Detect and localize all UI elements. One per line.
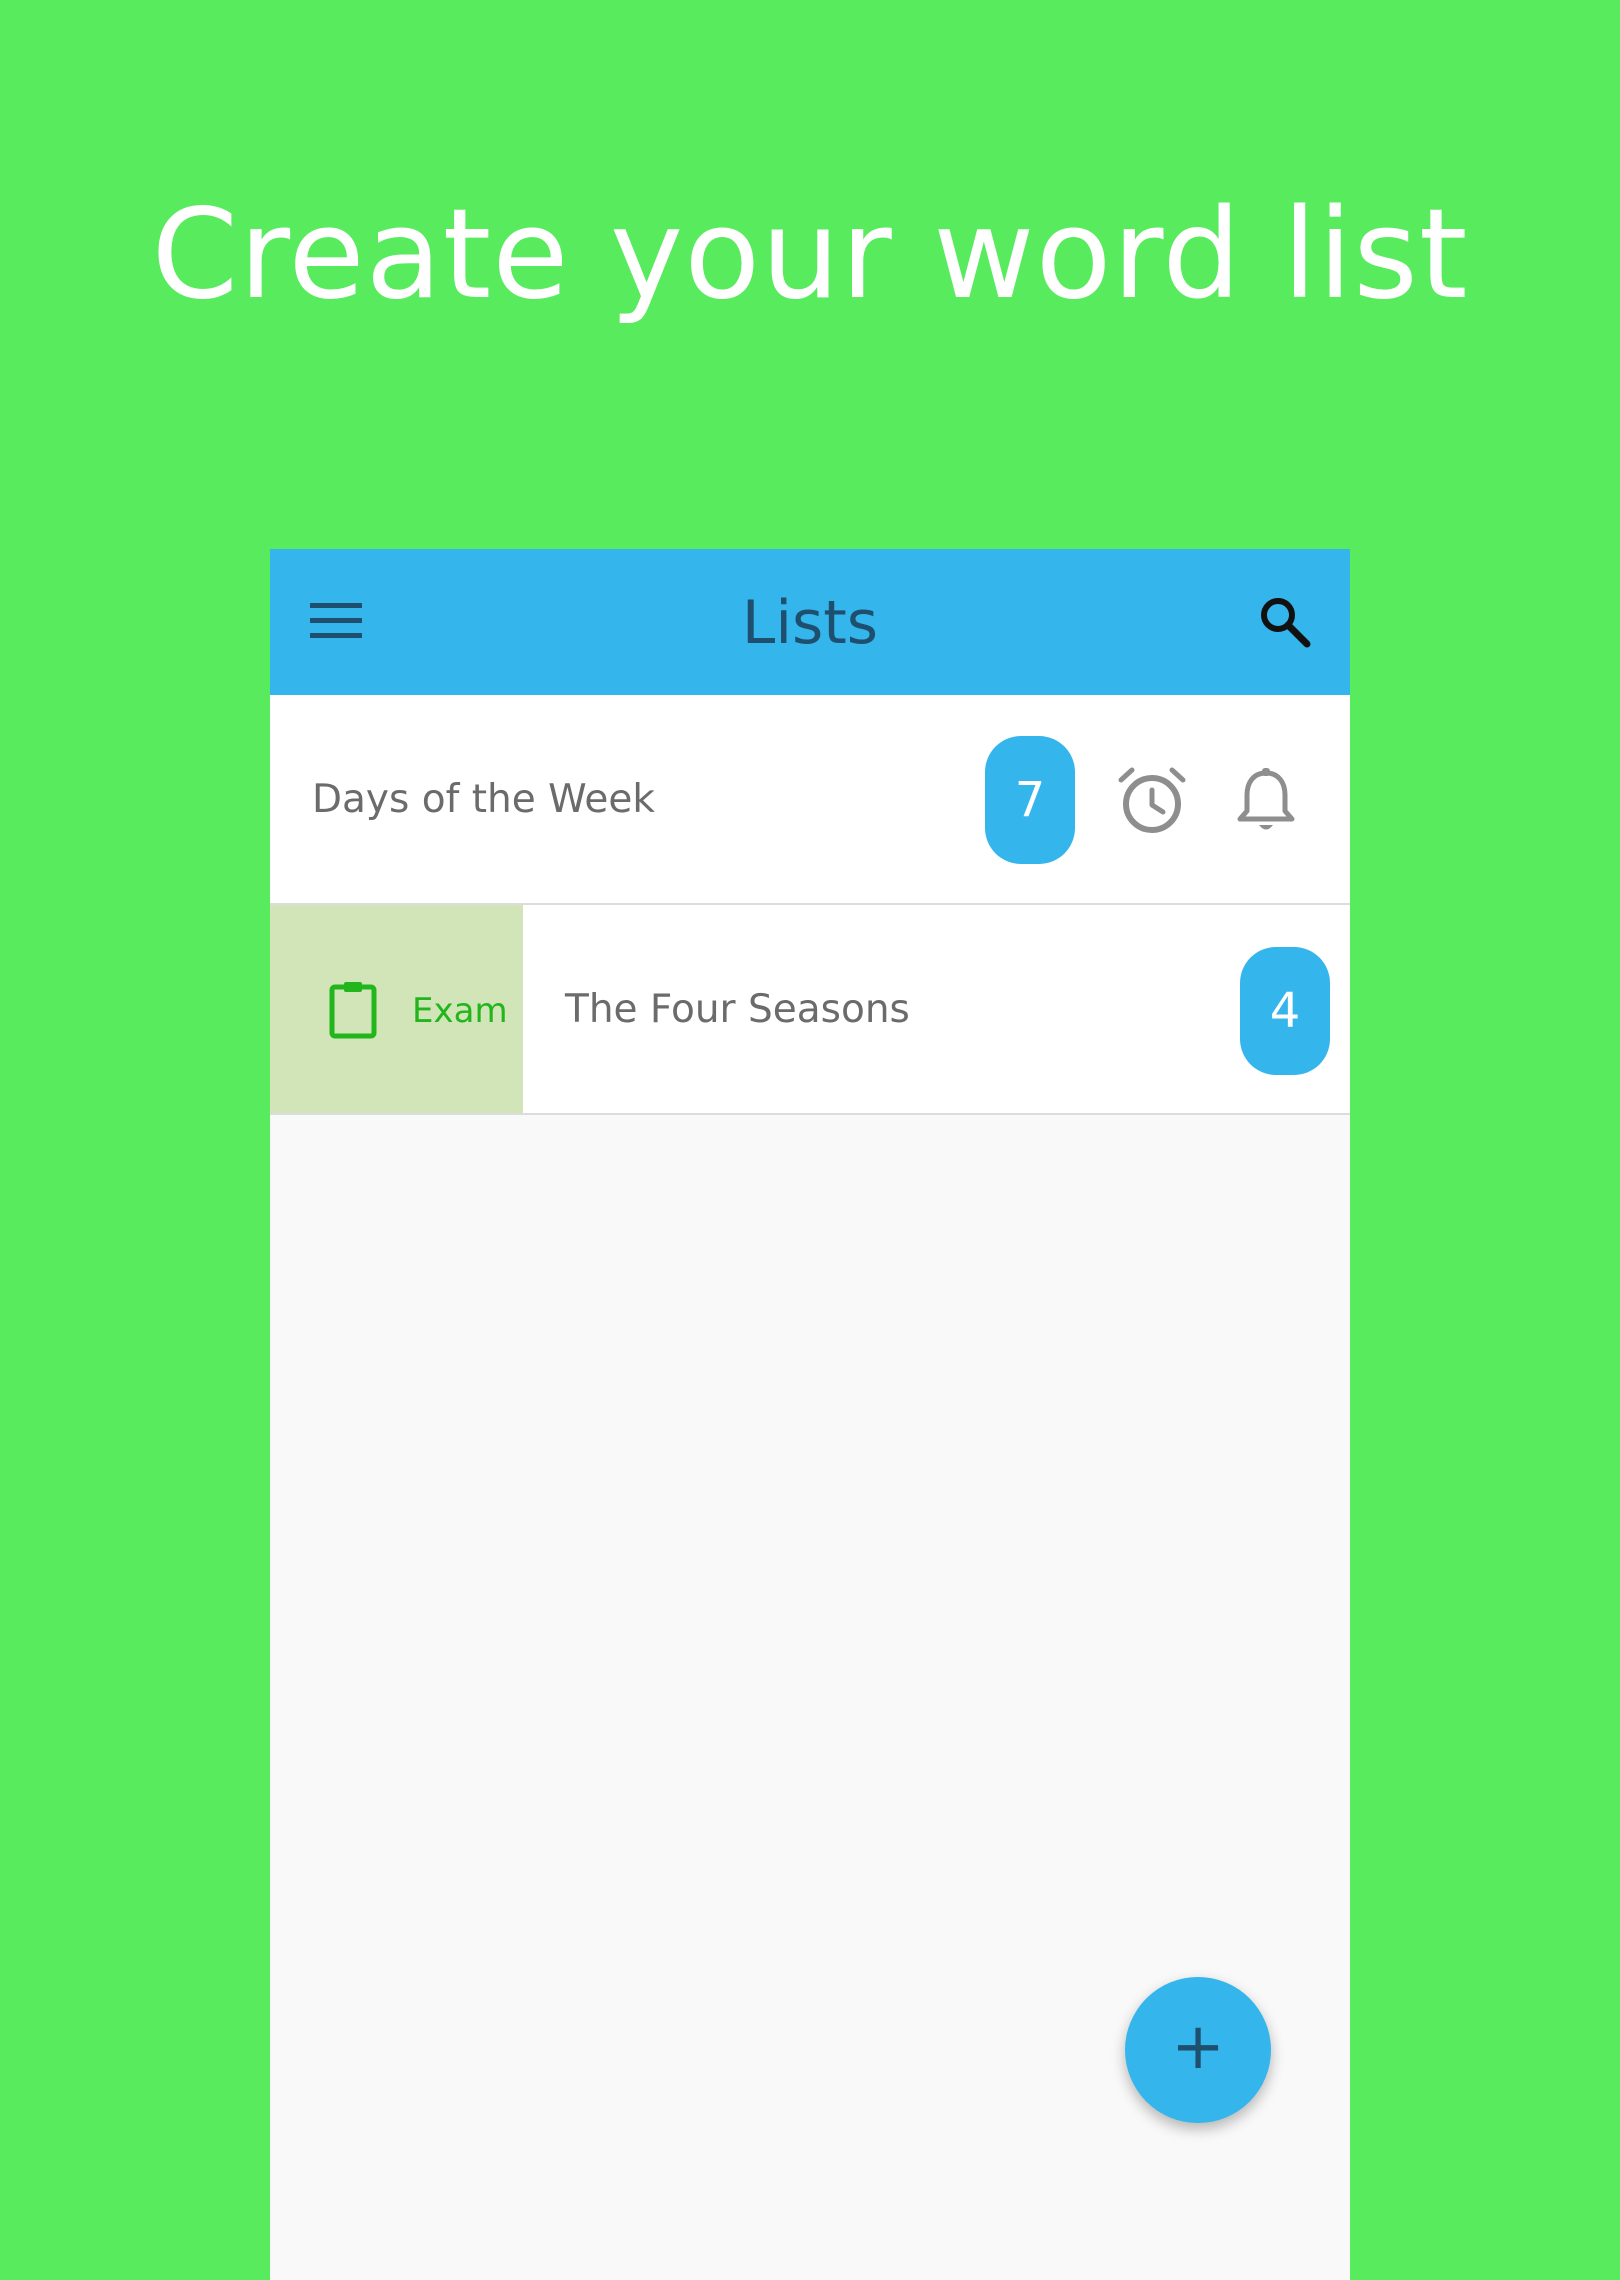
clipboard-icon: [329, 982, 377, 1039]
bell-icon[interactable]: [1235, 767, 1297, 835]
word-count-badge[interactable]: 4: [1240, 947, 1330, 1075]
list-item[interactable]: Days of the Week 7: [270, 695, 1350, 905]
menu-icon[interactable]: [310, 599, 362, 643]
add-icon: +: [1171, 2010, 1225, 2084]
list-item-title: The Four Seasons: [565, 987, 910, 1032]
word-count-badge[interactable]: 7: [985, 736, 1075, 864]
app-bar: Lists: [270, 549, 1350, 695]
promo-headline: Create your word list: [151, 183, 1469, 327]
exam-action[interactable]: Exam: [270, 905, 523, 1113]
list-item[interactable]: Exam The Four Seasons 4: [270, 905, 1350, 1115]
alarm-icon[interactable]: [1117, 766, 1187, 836]
page-title: Lists: [741, 588, 879, 658]
add-list-button[interactable]: +: [1125, 1977, 1271, 2123]
list-item-title: Days of the Week: [312, 777, 655, 822]
app-screen: Lists Days of the Week 7 Exam The Four S…: [270, 549, 1350, 2280]
search-icon[interactable]: [1258, 595, 1312, 649]
exam-label: Exam: [412, 991, 508, 1031]
